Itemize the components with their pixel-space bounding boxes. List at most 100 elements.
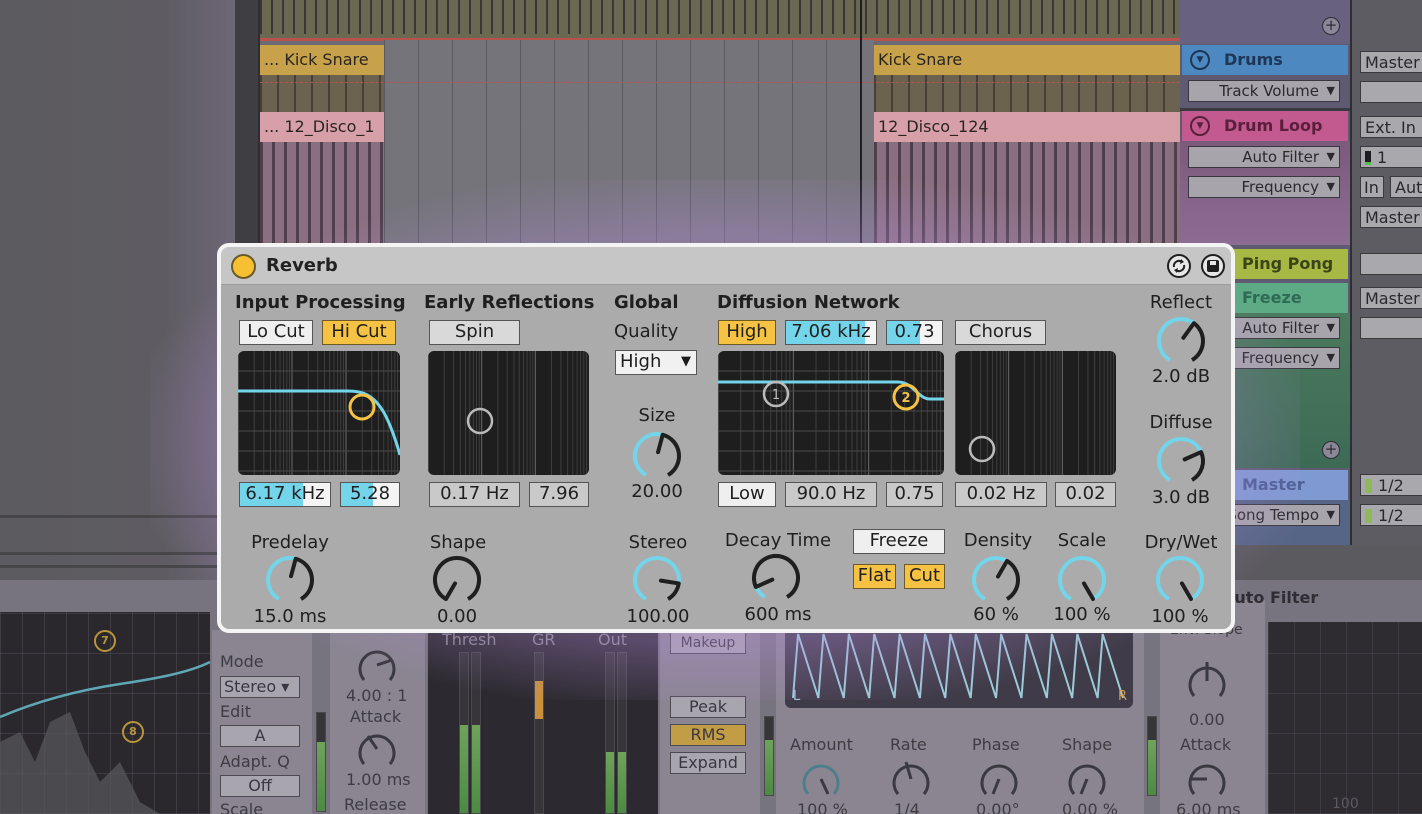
autopan-amount-knob[interactable] — [798, 756, 844, 802]
peak-button[interactable]: Peak — [670, 696, 746, 718]
knob-value-arc — [633, 432, 664, 477]
eq-band-7-node[interactable]: 7 — [94, 630, 116, 652]
flat-button[interactable]: Flat — [853, 564, 896, 589]
monitor-auto-button[interactable]: Auto — [1390, 176, 1422, 198]
expand-button[interactable]: Expand — [670, 752, 746, 774]
spin-amount-field[interactable]: 7.96 — [529, 482, 589, 507]
add-automation-lane-plus-icon[interactable]: + — [1322, 441, 1340, 459]
diffusion-high-amount-field[interactable]: 0.73 — [886, 320, 943, 345]
input-filter-display[interactable] — [238, 351, 400, 475]
chorus-display[interactable] — [955, 351, 1116, 475]
reflect-knob[interactable] — [1153, 313, 1209, 369]
freeze-button[interactable]: Freeze — [853, 529, 945, 554]
makeup-button[interactable]: Makeup — [670, 632, 746, 654]
monitor-in-button[interactable]: In — [1360, 176, 1384, 198]
env-attack-value: 6.00 ms — [1176, 800, 1241, 814]
autopan-rate-knob[interactable] — [888, 756, 934, 802]
drum-loop-input-select[interactable]: Ext. In — [1360, 116, 1422, 138]
drums-automation-device-dropdown[interactable]: Track Volume ▼ — [1188, 80, 1340, 102]
quality-select[interactable]: High ▼ — [615, 350, 697, 375]
autopan-phase-knob[interactable] — [976, 756, 1022, 802]
input-filter-frequency-field[interactable]: 6.17 kHz — [239, 482, 331, 507]
spin-button[interactable]: Spin — [429, 320, 520, 345]
lo-cut-button[interactable]: Lo Cut — [239, 320, 313, 345]
arrangement-grid-empty[interactable] — [384, 40, 874, 245]
shape-knob[interactable] — [429, 552, 485, 608]
fold-chevron-icon[interactable]: ▼ — [1190, 116, 1210, 136]
device-activator-power-icon[interactable] — [231, 254, 256, 279]
drums-output-select[interactable]: Master — [1360, 51, 1422, 73]
diffusion-high-freq-field[interactable]: 7.06 kHz — [785, 320, 877, 345]
lfo-display[interactable]: L R — [785, 630, 1133, 708]
chorus-rate-field[interactable]: 0.02 Hz — [955, 482, 1047, 507]
diffusion-filter-display[interactable]: 12 — [718, 351, 944, 475]
autopan-shape-value: 0.00 % — [1062, 800, 1118, 814]
freeze-output-channel[interactable] — [1360, 317, 1422, 339]
eq-adaptq-label: Adapt. Q — [220, 752, 290, 771]
audio-lane-top — [260, 0, 1180, 40]
meter-icon — [1365, 509, 1372, 523]
dry-wet-knob[interactable] — [1152, 552, 1208, 608]
scale-knob[interactable] — [1054, 552, 1110, 608]
eq-edit-button[interactable]: A — [220, 725, 300, 747]
auto-filter-display[interactable]: 100 — [1268, 622, 1422, 814]
drum-loop-input-channel[interactable]: 1 — [1360, 146, 1422, 168]
autopan-shape-knob[interactable] — [1064, 756, 1110, 802]
drums-output-channel[interactable] — [1360, 81, 1422, 103]
clip-disco-right-body[interactable] — [874, 142, 1180, 245]
clip-disco-right[interactable]: 12_Disco_124 — [874, 112, 1180, 142]
track-drums[interactable]: ▼ Drums — [1182, 45, 1348, 75]
diffuse-knob[interactable] — [1153, 433, 1209, 489]
hot-swap-icon[interactable] — [1167, 254, 1191, 278]
early-reflections-display[interactable] — [428, 351, 589, 475]
size-knob[interactable] — [629, 428, 685, 484]
drum-loop-output-select[interactable]: Master — [1360, 206, 1422, 228]
save-preset-icon[interactable] — [1201, 254, 1225, 278]
chorus-amount-field[interactable]: 0.02 — [1055, 482, 1116, 507]
eq-mode-select[interactable]: Stereo ▾ — [220, 676, 300, 698]
out-meter-r — [617, 652, 627, 814]
rms-button[interactable]: RMS — [670, 724, 746, 746]
diffusion-low-amount-field[interactable]: 0.75 — [886, 482, 943, 507]
decay-time-knob[interactable] — [748, 550, 804, 606]
clip-kick-snare-right[interactable]: Kick Snare — [874, 45, 1180, 75]
compressor-attack-knob[interactable] — [354, 726, 400, 772]
fold-chevron-icon[interactable]: ▼ — [1190, 50, 1210, 70]
diffusion-low-button[interactable]: Low — [718, 482, 776, 507]
thresh-meter-r[interactable] — [471, 652, 481, 814]
density-knob[interactable] — [968, 552, 1024, 608]
diffusion-low-freq-field[interactable]: 90.0 Hz — [785, 482, 877, 507]
add-automation-lane-plus-icon[interactable]: + — [1322, 17, 1340, 35]
master-output-1[interactable]: 1/2 — [1360, 474, 1422, 496]
stereo-knob[interactable] — [629, 552, 685, 608]
clip-kick-snare-left[interactable]: ... Kick Snare — [260, 45, 384, 75]
compressor-ratio-knob[interactable] — [354, 642, 400, 688]
arrangement-view[interactable]: ... Kick Snare Kick Snare ... 12_Disco_1… — [260, 0, 1180, 245]
freeze-output-select[interactable]: Master — [1360, 287, 1422, 309]
eq-output-meter — [316, 712, 326, 812]
scale-label: Scale — [1057, 530, 1107, 551]
hi-cut-button[interactable]: Hi Cut — [322, 320, 396, 345]
thresh-meter-l[interactable] — [459, 652, 469, 814]
master-output-2[interactable]: 1/2 — [1360, 504, 1422, 526]
eq-adaptq-button[interactable]: Off — [220, 775, 300, 797]
input-filter-width-field[interactable]: 5.28 — [340, 482, 400, 507]
clip-disco-left[interactable]: ... 12_Disco_1 — [260, 112, 384, 142]
diffusion-network-title: Diffusion Network — [717, 292, 900, 313]
env-attack-knob[interactable] — [1184, 756, 1230, 802]
predelay-knob[interactable] — [262, 552, 318, 608]
clip-disco-left-body[interactable] — [260, 142, 384, 245]
chorus-button[interactable]: Chorus — [955, 320, 1046, 345]
drum-loop-automation-device-dropdown[interactable]: Auto Filter ▼ — [1188, 146, 1340, 168]
knob-pointer — [289, 556, 298, 579]
playhead[interactable] — [860, 0, 862, 245]
diffusion-high-button[interactable]: High — [718, 320, 776, 345]
ping-pong-output-channel[interactable] — [1360, 253, 1422, 275]
spin-rate-field[interactable]: 0.17 Hz — [429, 482, 520, 507]
cut-button[interactable]: Cut — [904, 564, 945, 589]
track-drum-loop[interactable]: ▼ Drum Loop — [1182, 111, 1348, 141]
drum-loop-automation-param-dropdown[interactable]: Frequency ▼ — [1188, 176, 1340, 198]
env-slope-knob[interactable] — [1184, 658, 1230, 704]
eq-band-8-node[interactable]: 8 — [122, 721, 144, 743]
device-title-bar[interactable]: Reverb — [221, 247, 1231, 285]
